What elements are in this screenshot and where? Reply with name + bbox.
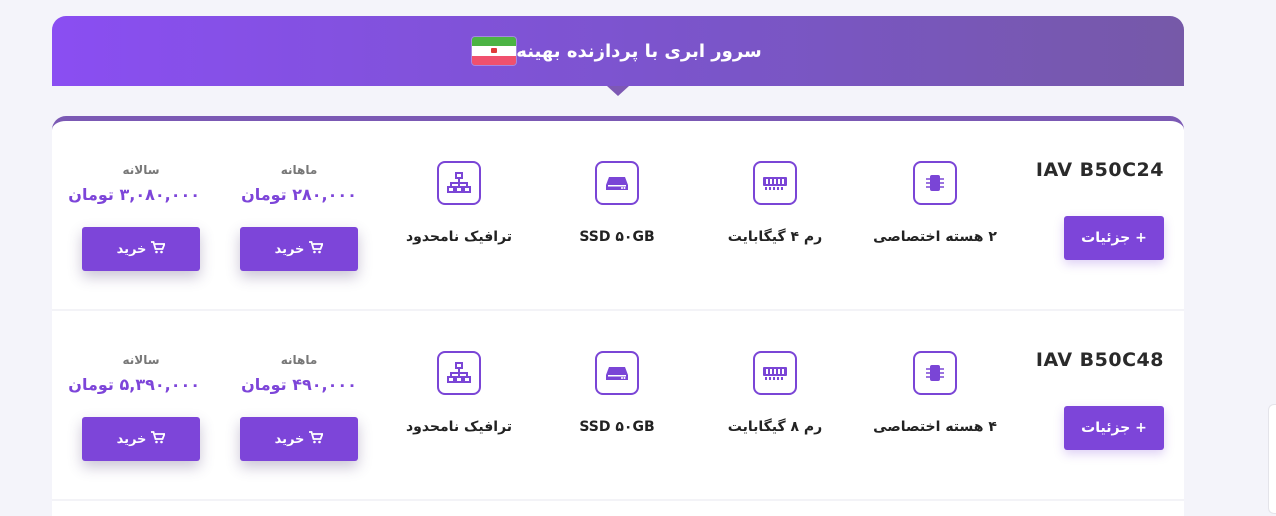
buy-label: خرید: [274, 241, 305, 257]
disk-label: SSD ۵۰GB: [579, 419, 655, 435]
monthly-label: ماهانه: [280, 163, 318, 177]
buy-label: خرید: [116, 431, 147, 447]
buy-monthly-button[interactable]: خرید: [240, 417, 358, 461]
buy-monthly-button[interactable]: خرید: [240, 227, 358, 271]
monthly-price: ماهانه ۲۸۰,۰۰۰ تومان: [240, 163, 358, 204]
plan-name: IAV B50C24: [1035, 159, 1164, 181]
ram-icon: [753, 161, 797, 205]
ram-label: رم ۸ گیگابایت: [727, 419, 823, 435]
plan-row: IAV B50C48 + جزئیات ۴ هسته اختصاصی رم ۸ …: [52, 311, 1184, 501]
iran-flag-icon: [472, 37, 517, 65]
cart-icon: [309, 430, 325, 448]
cpu-chip-icon: [913, 351, 957, 395]
cart-icon: [151, 240, 167, 258]
monthly-label: ماهانه: [280, 353, 318, 367]
disk-label: SSD ۵۰GB: [579, 229, 655, 245]
buy-label: خرید: [116, 241, 147, 257]
cpu-label: ۴ هسته اختصاصی: [873, 419, 997, 435]
section-title: سرور ابری با پردازنده بهینه: [516, 40, 762, 62]
cart-icon: [151, 430, 167, 448]
monthly-amount: ۴۹۰,۰۰۰ تومان: [241, 375, 357, 394]
traffic-label: ترافیک نامحدود: [405, 419, 513, 435]
traffic-label: ترافیک نامحدود: [405, 229, 513, 245]
cpu-chip-icon: [913, 161, 957, 205]
details-button[interactable]: + جزئیات: [1064, 216, 1164, 260]
traffic-feature: ترافیک نامحدود: [384, 161, 534, 245]
ram-feature: رم ۴ گیگابایت: [700, 161, 850, 245]
cpu-feature: ۲ هسته اختصاصی: [860, 161, 1010, 245]
cpu-feature: ۴ هسته اختصاصی: [860, 351, 1010, 435]
header-pointer: [607, 86, 629, 96]
cart-icon: [309, 240, 325, 258]
network-icon: [437, 351, 481, 395]
yearly-price: سالانه ۵,۳۹۰,۰۰۰ تومان: [68, 353, 200, 394]
hard-drive-icon: [595, 161, 639, 205]
yearly-label: سالانه: [122, 353, 160, 367]
pricing-section: سرور ابری با پردازنده بهینه IAV B50C24 +…: [52, 16, 1184, 516]
plans-table: IAV B50C24 + جزئیات ۲ هسته اختصاصی رم ۴ …: [52, 116, 1184, 516]
monthly-amount: ۲۸۰,۰۰۰ تومان: [241, 185, 357, 204]
cpu-label: ۲ هسته اختصاصی: [873, 229, 997, 245]
network-icon: [437, 161, 481, 205]
plan-row: IAV B50C24 + جزئیات ۲ هسته اختصاصی رم ۴ …: [52, 121, 1184, 311]
side-widget-tab[interactable]: [1268, 404, 1276, 514]
ram-icon: [753, 351, 797, 395]
yearly-label: سالانه: [122, 163, 160, 177]
traffic-feature: ترافیک نامحدود: [384, 351, 534, 435]
yearly-amount: ۳,۰۸۰,۰۰۰ تومان: [68, 185, 200, 204]
buy-yearly-button[interactable]: خرید: [82, 227, 200, 271]
yearly-price: سالانه ۳,۰۸۰,۰۰۰ تومان: [68, 163, 200, 204]
disk-feature: SSD ۵۰GB: [542, 351, 692, 435]
hard-drive-icon: [595, 351, 639, 395]
ram-feature: رم ۸ گیگابایت: [700, 351, 850, 435]
disk-feature: SSD ۵۰GB: [542, 161, 692, 245]
buy-label: خرید: [274, 431, 305, 447]
ram-label: رم ۴ گیگابایت: [727, 229, 823, 245]
monthly-price: ماهانه ۴۹۰,۰۰۰ تومان: [240, 353, 358, 394]
buy-yearly-button[interactable]: خرید: [82, 417, 200, 461]
yearly-amount: ۵,۳۹۰,۰۰۰ تومان: [68, 375, 200, 394]
details-button[interactable]: + جزئیات: [1064, 406, 1164, 450]
section-header: سرور ابری با پردازنده بهینه: [52, 16, 1184, 86]
plan-name: IAV B50C48: [1035, 349, 1164, 371]
